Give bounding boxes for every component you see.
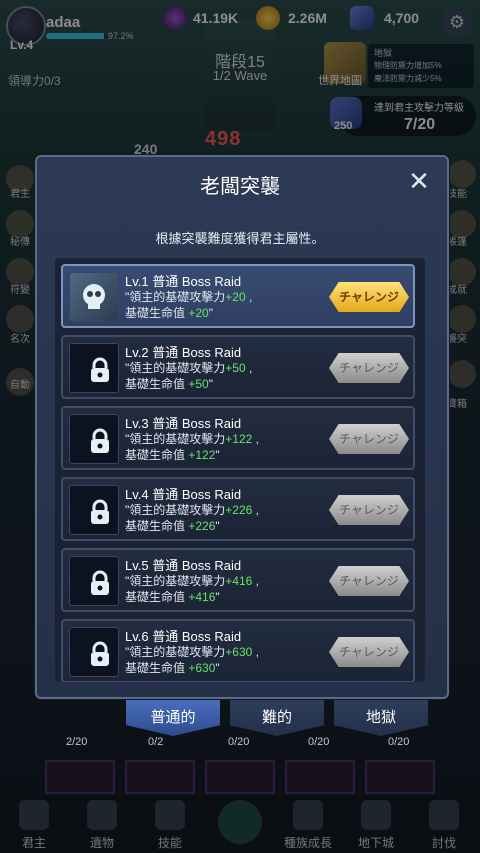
raid-reward-attack: "領主的基礎攻擊力+50 ,: [125, 359, 252, 376]
reward-separator: ,: [252, 432, 259, 446]
raid-reward-attack: "領主的基礎攻擊力+630 ,: [125, 643, 259, 660]
raid-item-lv5[interactable]: Lv.5 普通 Boss Raid "領主的基礎攻擊力+416 , 基礎生命值 …: [61, 548, 415, 612]
reward-quote: ": [215, 448, 220, 462]
reward-attack-value: +416: [225, 574, 253, 588]
reward-separator: ,: [252, 574, 259, 588]
reward-quote: ": [208, 306, 213, 320]
reward-hp-text: 基礎生命值: [125, 590, 189, 604]
reward-quote: ": [208, 377, 213, 391]
reward-hp-text: 基礎生命值: [125, 519, 189, 533]
close-icon[interactable]: ✕: [406, 168, 432, 194]
lock-icon: [69, 343, 119, 393]
count-4: 0/20: [308, 736, 330, 748]
reward-separator: ,: [245, 361, 253, 375]
modal-subtitle: 根據突襲難度獲得君主屬性。: [155, 231, 325, 246]
raid-item-lv4[interactable]: Lv.4 普通 Boss Raid "領主的基礎攻擊力+226 , 基礎生命值 …: [61, 477, 415, 541]
challenge-button[interactable]: チャレンジ: [329, 495, 409, 525]
reward-attack-text: "領主的基礎攻擊力: [125, 645, 226, 659]
count-1: 2/20: [66, 736, 88, 748]
reward-attack-text: "領主的基礎攻擊力: [125, 290, 226, 304]
reward-attack-text: "領主的基礎攻擊力: [125, 503, 226, 517]
reward-hp-text: 基礎生命值: [125, 448, 189, 462]
reward-hp-value: +122: [188, 448, 216, 462]
challenge-button[interactable]: チャレンジ: [329, 424, 409, 454]
reward-hp-value: +226: [188, 519, 216, 533]
modal-title: 老闆突襲: [200, 176, 280, 198]
raid-list[interactable]: Lv.1 普通 Boss Raid "領主的基礎攻擊力+20 , 基礎生命值 +…: [55, 258, 425, 682]
reward-attack-value: +50: [225, 361, 246, 375]
raid-reward-hp: 基礎生命值 +630": [125, 659, 220, 676]
reward-attack-text: "領主的基礎攻擊力: [125, 574, 226, 588]
raid-reward-hp: 基礎生命值 +50": [125, 375, 213, 392]
lock-icon: [69, 485, 119, 535]
raid-reward-attack: "領主的基礎攻擊力+226 ,: [125, 501, 259, 518]
reward-separator: ,: [252, 645, 259, 659]
reward-attack-value: +122: [225, 432, 253, 446]
lock-icon: [69, 627, 119, 677]
reward-attack-text: "領主的基礎攻擊力: [125, 432, 226, 446]
reward-quote: ": [215, 519, 220, 533]
lock-icon: [69, 414, 119, 464]
challenge-button[interactable]: チャレンジ: [329, 637, 409, 667]
reward-separator: ,: [245, 290, 253, 304]
reward-hp-value: +630: [188, 661, 216, 675]
raid-item-lv6[interactable]: Lv.6 普通 Boss Raid "領主的基礎攻擊力+630 , 基礎生命值 …: [61, 619, 415, 682]
challenge-button[interactable]: チャレンジ: [329, 566, 409, 596]
reward-quote: ": [215, 661, 220, 675]
reward-hp-value: +416: [188, 590, 216, 604]
raid-item-lv3[interactable]: Lv.3 普通 Boss Raid "領主的基礎攻擊力+122 , 基礎生命值 …: [61, 406, 415, 470]
raid-reward-hp: 基礎生命值 +416": [125, 588, 220, 605]
reward-hp-text: 基礎生命值: [125, 306, 189, 320]
raid-reward-attack: "領主的基礎攻擊力+416 ,: [125, 572, 259, 589]
raid-reward-attack: "領主的基礎攻擊力+122 ,: [125, 430, 259, 447]
count-2: 0/2: [148, 736, 164, 748]
reward-attack-text: "領主的基礎攻擊力: [125, 361, 226, 375]
reward-quote: ": [215, 590, 220, 604]
count-5: 0/20: [388, 736, 410, 748]
challenge-button[interactable]: チャレンジ: [329, 353, 409, 383]
raid-item-lv2[interactable]: Lv.2 普通 Boss Raid "領主的基礎攻擊力+50 , 基礎生命值 +…: [61, 335, 415, 399]
lock-icon: [69, 556, 119, 606]
raid-reward-hp: 基礎生命值 +20": [125, 304, 213, 321]
boss-skull-icon: [69, 272, 119, 322]
raid-reward-attack: "領主的基礎攻擊力+20 ,: [125, 288, 252, 305]
reward-hp-text: 基礎生命值: [125, 661, 189, 675]
reward-hp-value: +20: [188, 306, 209, 320]
count-3: 0/20: [228, 736, 250, 748]
reward-hp-value: +50: [188, 377, 209, 391]
raid-item-lv1[interactable]: Lv.1 普通 Boss Raid "領主的基礎攻擊力+20 , 基礎生命值 +…: [61, 264, 415, 328]
reward-separator: ,: [252, 503, 259, 517]
reward-hp-text: 基礎生命值: [125, 377, 189, 391]
reward-attack-value: +20: [225, 290, 246, 304]
reward-attack-value: +630: [225, 645, 253, 659]
challenge-button[interactable]: チャレンジ: [329, 282, 409, 312]
reward-attack-value: +226: [225, 503, 253, 517]
raid-reward-hp: 基礎生命值 +226": [125, 517, 220, 534]
raid-reward-hp: 基礎生命值 +122": [125, 446, 220, 463]
